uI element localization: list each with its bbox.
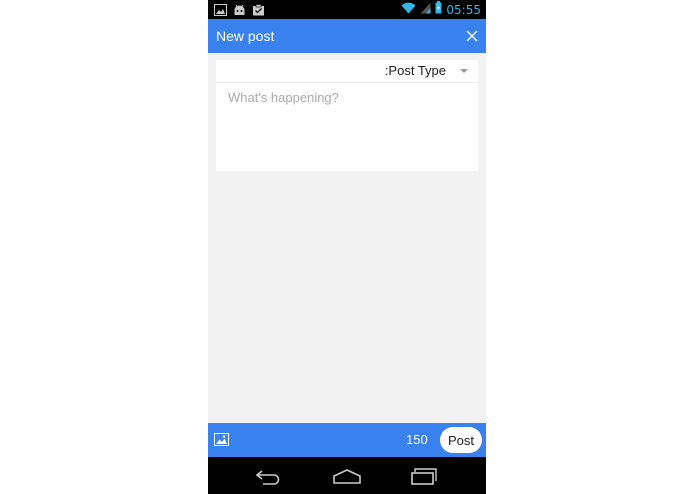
wifi-icon xyxy=(401,1,416,19)
back-button[interactable] xyxy=(254,466,284,486)
page-title: New post xyxy=(216,28,275,44)
post-type-dropdown[interactable]: :Post Type xyxy=(385,63,468,78)
image-icon xyxy=(214,433,229,446)
recent-apps-button[interactable] xyxy=(410,466,440,486)
post-button[interactable]: Post xyxy=(440,427,482,453)
android-icon xyxy=(233,3,246,15)
signal-icon xyxy=(420,1,431,19)
post-text-input[interactable] xyxy=(216,83,478,171)
system-status: 05:55 xyxy=(401,1,481,19)
clock: 05:55 xyxy=(446,2,481,17)
back-icon xyxy=(255,470,280,485)
compose-card: :Post Type xyxy=(216,60,478,171)
clipboard-check-icon xyxy=(252,3,265,16)
compose-toolbar: 150 Post xyxy=(208,423,486,457)
character-counter: 150 xyxy=(406,432,428,447)
dropdown-caret-icon xyxy=(460,68,468,73)
home-icon xyxy=(333,469,361,484)
notification-icons xyxy=(214,3,265,16)
battery-icon xyxy=(435,1,442,19)
close-button[interactable] xyxy=(464,28,480,44)
recent-apps-icon xyxy=(411,468,437,485)
post-type-row: :Post Type xyxy=(216,60,478,83)
close-icon xyxy=(466,30,478,42)
image-icon xyxy=(214,3,227,16)
phone-screen: 05:55 New post :Post Type 150 Post xyxy=(208,0,486,494)
home-button[interactable] xyxy=(332,466,362,486)
attach-image-button[interactable] xyxy=(214,433,229,446)
status-bar: 05:55 xyxy=(208,0,486,19)
app-bar: New post xyxy=(208,19,486,53)
navigation-bar xyxy=(208,457,486,494)
post-type-label: :Post Type xyxy=(384,63,446,78)
